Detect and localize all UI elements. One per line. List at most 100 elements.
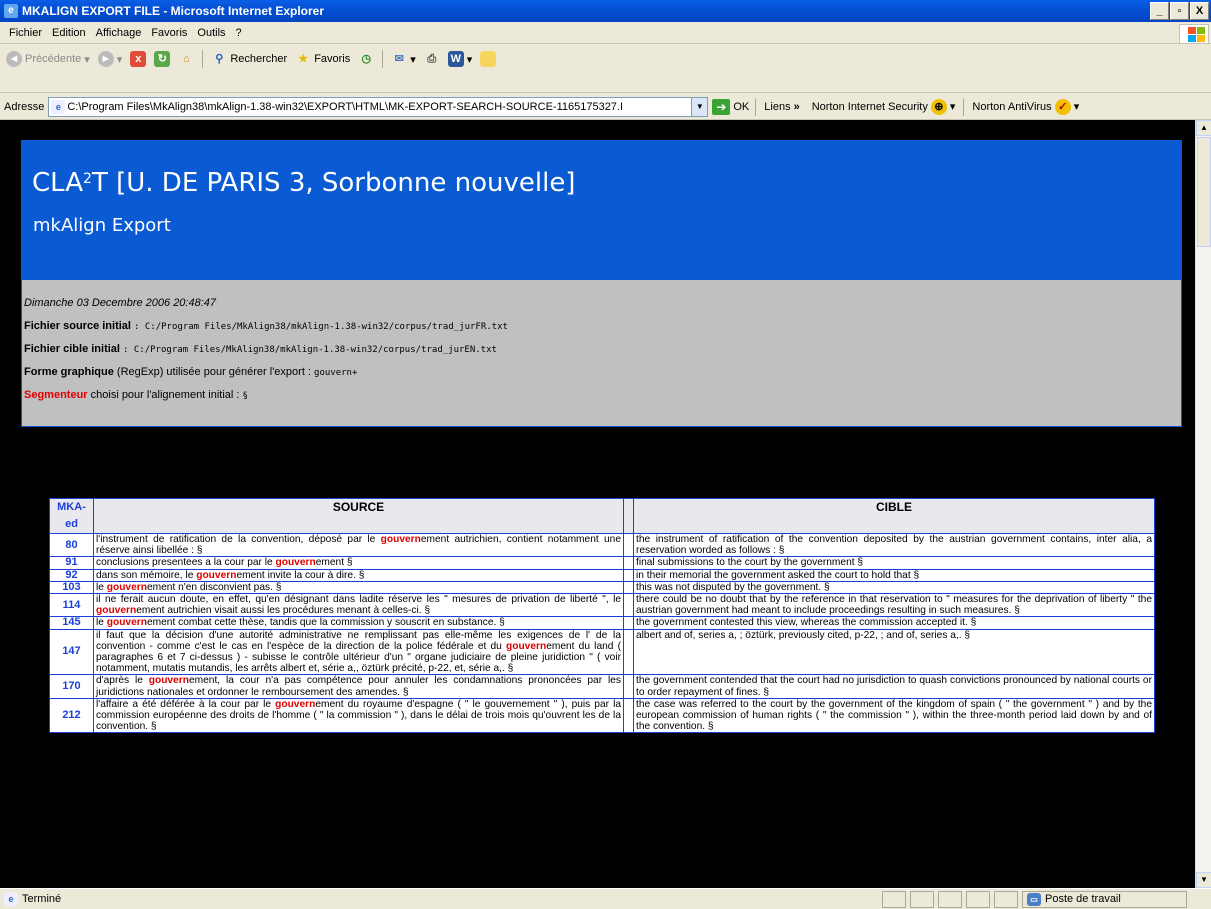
scroll-up-arrow[interactable]: ▲ [1196, 120, 1211, 136]
norton-is-label: Norton Internet Security [811, 100, 928, 113]
source-text-post: ement § [315, 557, 353, 569]
source-cell: il faut que la décision d'une autorité a… [93, 628, 624, 676]
row-id: 114 [49, 593, 94, 618]
scroll-down-arrow[interactable]: ▼ [1196, 872, 1211, 888]
address-label: Adresse [4, 100, 45, 113]
target-cell: final submissions to the court by the go… [633, 556, 1155, 570]
toolbar-separator [755, 97, 757, 116]
segmenter-value: § [242, 391, 248, 401]
source-label: Fichier source initial [24, 320, 131, 332]
source-text-pre: il ne ferait aucun doute, en effet, qu'e… [96, 594, 621, 606]
toolbar-separator [202, 50, 204, 68]
go-button[interactable]: ➔ OK [712, 98, 750, 115]
source-text-pre: l'affaire a été déférée à la cour par le [96, 698, 276, 710]
source-cell: le gouvernement combat cette thèse, tand… [93, 616, 624, 630]
window-titlebar[interactable]: e MKALIGN EXPORT FILE - Microsoft Intern… [0, 0, 1211, 22]
home-icon: ⌂ [183, 53, 190, 65]
header-source: SOURCE [93, 498, 624, 534]
source-file-line: Fichier source initial : C:/Program File… [24, 315, 1179, 338]
row-id: 91 [49, 556, 94, 570]
history-button[interactable]: ◷ [356, 51, 376, 67]
date-text: Dimanche 03 Decembre 2006 20:48:47 [24, 297, 217, 309]
page-header: CLA2T [U. DE PARIS 3, Sorbonne nouvelle]… [21, 140, 1182, 280]
stop-icon: x [130, 51, 147, 67]
scroll-thumb[interactable] [1197, 137, 1211, 247]
export-date: Dimanche 03 Decembre 2006 20:48:47 [24, 292, 1179, 315]
source-text-pre: conclusions presentees a la cour par le [96, 557, 276, 569]
menu-help[interactable]: ? [231, 27, 247, 39]
status-pane [938, 890, 962, 908]
search-button[interactable]: ⚲ Rechercher [209, 51, 289, 67]
zone-text: Poste de travail [1045, 893, 1121, 905]
refresh-button[interactable]: ↻ [152, 51, 172, 67]
stop-button[interactable]: x [128, 51, 148, 67]
spacer-cell [623, 593, 634, 618]
row-id: 212 [49, 697, 94, 734]
header-spacer [623, 498, 634, 534]
menu-bar: Fichier Edition Affichage Favoris Outils… [0, 22, 1211, 44]
spacer-cell [623, 580, 634, 595]
address-input[interactable]: e C:\Program Files\MkAlign38\mkAlign-1.3… [48, 96, 709, 117]
vertical-scrollbar[interactable]: ▲ ▼ [1195, 120, 1211, 888]
maximize-button[interactable]: ▫ [1170, 2, 1189, 20]
source-text-pre: le [96, 617, 107, 629]
header-target: CIBLE [633, 498, 1155, 534]
source-text-pre: l'instrument de ratification de la conve… [96, 534, 381, 545]
table-row: 114 il ne ferait aucun doute, en effet, q… [49, 593, 1155, 618]
standard-toolbar: ◄ Précédente ▾ ► ▾ x ↻ ⌂ ⚲ Rechercher ★ Fav… [0, 45, 1211, 93]
row-id: 80 [49, 532, 94, 558]
norton-globe-icon: ⊕ [930, 98, 947, 115]
status-pane [882, 890, 906, 908]
zone-pane: ▭ Poste de travail [1022, 890, 1187, 908]
norton-internet-security-button[interactable]: Norton Internet Security ⊕ ▾ [810, 98, 958, 115]
minimize-button[interactable]: _ [1150, 2, 1169, 20]
page-done-icon: e [4, 892, 18, 906]
source-cell: conclusions presentees a la cour par le … [93, 556, 624, 570]
norton-antivirus-button[interactable]: Norton AntiVirus ✓ ▾ [970, 98, 1081, 115]
links-button[interactable]: Liens» [762, 101, 801, 113]
page-title: CLA2T [U. DE PARIS 3, Sorbonne nouvelle] [32, 168, 575, 198]
mail-button[interactable]: ✉ ▾ [389, 51, 418, 67]
notes-button[interactable] [478, 51, 498, 67]
table-row: 145 le gouvernement combat cette thèse, t… [49, 616, 1155, 630]
favorites-button[interactable]: ★ Favoris [293, 51, 352, 67]
back-button[interactable]: ◄ Précédente ▾ [4, 51, 92, 67]
menu-affichage[interactable]: Affichage [91, 27, 147, 39]
table-row: 80 l'instrument de ratification de la con… [49, 532, 1155, 558]
address-url: C:\Program Files\MkAlign38\mkAlign-1.38-… [67, 100, 624, 113]
target-cell: there could be no doubt that by the refe… [633, 593, 1155, 618]
home-button[interactable]: ⌂ [176, 51, 196, 67]
title-part-1: CLA [32, 168, 84, 198]
close-button[interactable]: X [1190, 2, 1209, 20]
back-arrow-icon: ◄ [6, 51, 22, 67]
menu-fichier[interactable]: Fichier [4, 27, 47, 39]
table-row: 170 d'après le gouvernement, la cour n'a … [49, 674, 1155, 699]
search-highlight: gouvern [196, 569, 237, 581]
print-icon: ⎙ [427, 53, 437, 65]
spacer-cell [623, 556, 634, 570]
source-text-post: ement combat cette thèse, tandis que la … [146, 617, 505, 629]
back-label: Précédente [25, 53, 82, 65]
links-chevron: » [793, 100, 800, 113]
print-button[interactable]: ⎙ [422, 51, 442, 67]
table-row: 103 le gouvernement n'en disconvient pas.… [49, 580, 1155, 595]
target-cell: in their memorial the government asked t… [633, 568, 1155, 582]
go-label: OK [733, 100, 750, 113]
table-row: 212 l'affaire a été déférée à la cour par… [49, 697, 1155, 734]
target-cell: the case was referred to the court by th… [633, 697, 1155, 734]
forward-button[interactable]: ► ▾ [96, 51, 125, 67]
page-icon: e [51, 99, 66, 114]
menu-edition[interactable]: Edition [47, 27, 91, 39]
spacer-cell [623, 628, 634, 676]
search-label: Rechercher [230, 53, 288, 65]
title-part-2: T [U. DE PARIS 3, Sorbonne nouvelle] [91, 168, 576, 198]
table-header-row: MKA-ed SOURCE CIBLE [49, 498, 1155, 534]
address-dropdown-arrow[interactable]: ▼ [691, 97, 708, 116]
search-highlight: gouvern [106, 617, 147, 629]
target-cell: albert and of, series a, ; öztürk, previ… [633, 628, 1155, 676]
menu-outils[interactable]: Outils [192, 27, 230, 39]
search-highlight: gouvern [148, 675, 189, 687]
page-content[interactable]: CLA2T [U. DE PARIS 3, Sorbonne nouvelle]… [0, 120, 1195, 888]
edit-word-button[interactable]: W ▾ [446, 51, 475, 67]
menu-favoris[interactable]: Favoris [146, 27, 192, 39]
